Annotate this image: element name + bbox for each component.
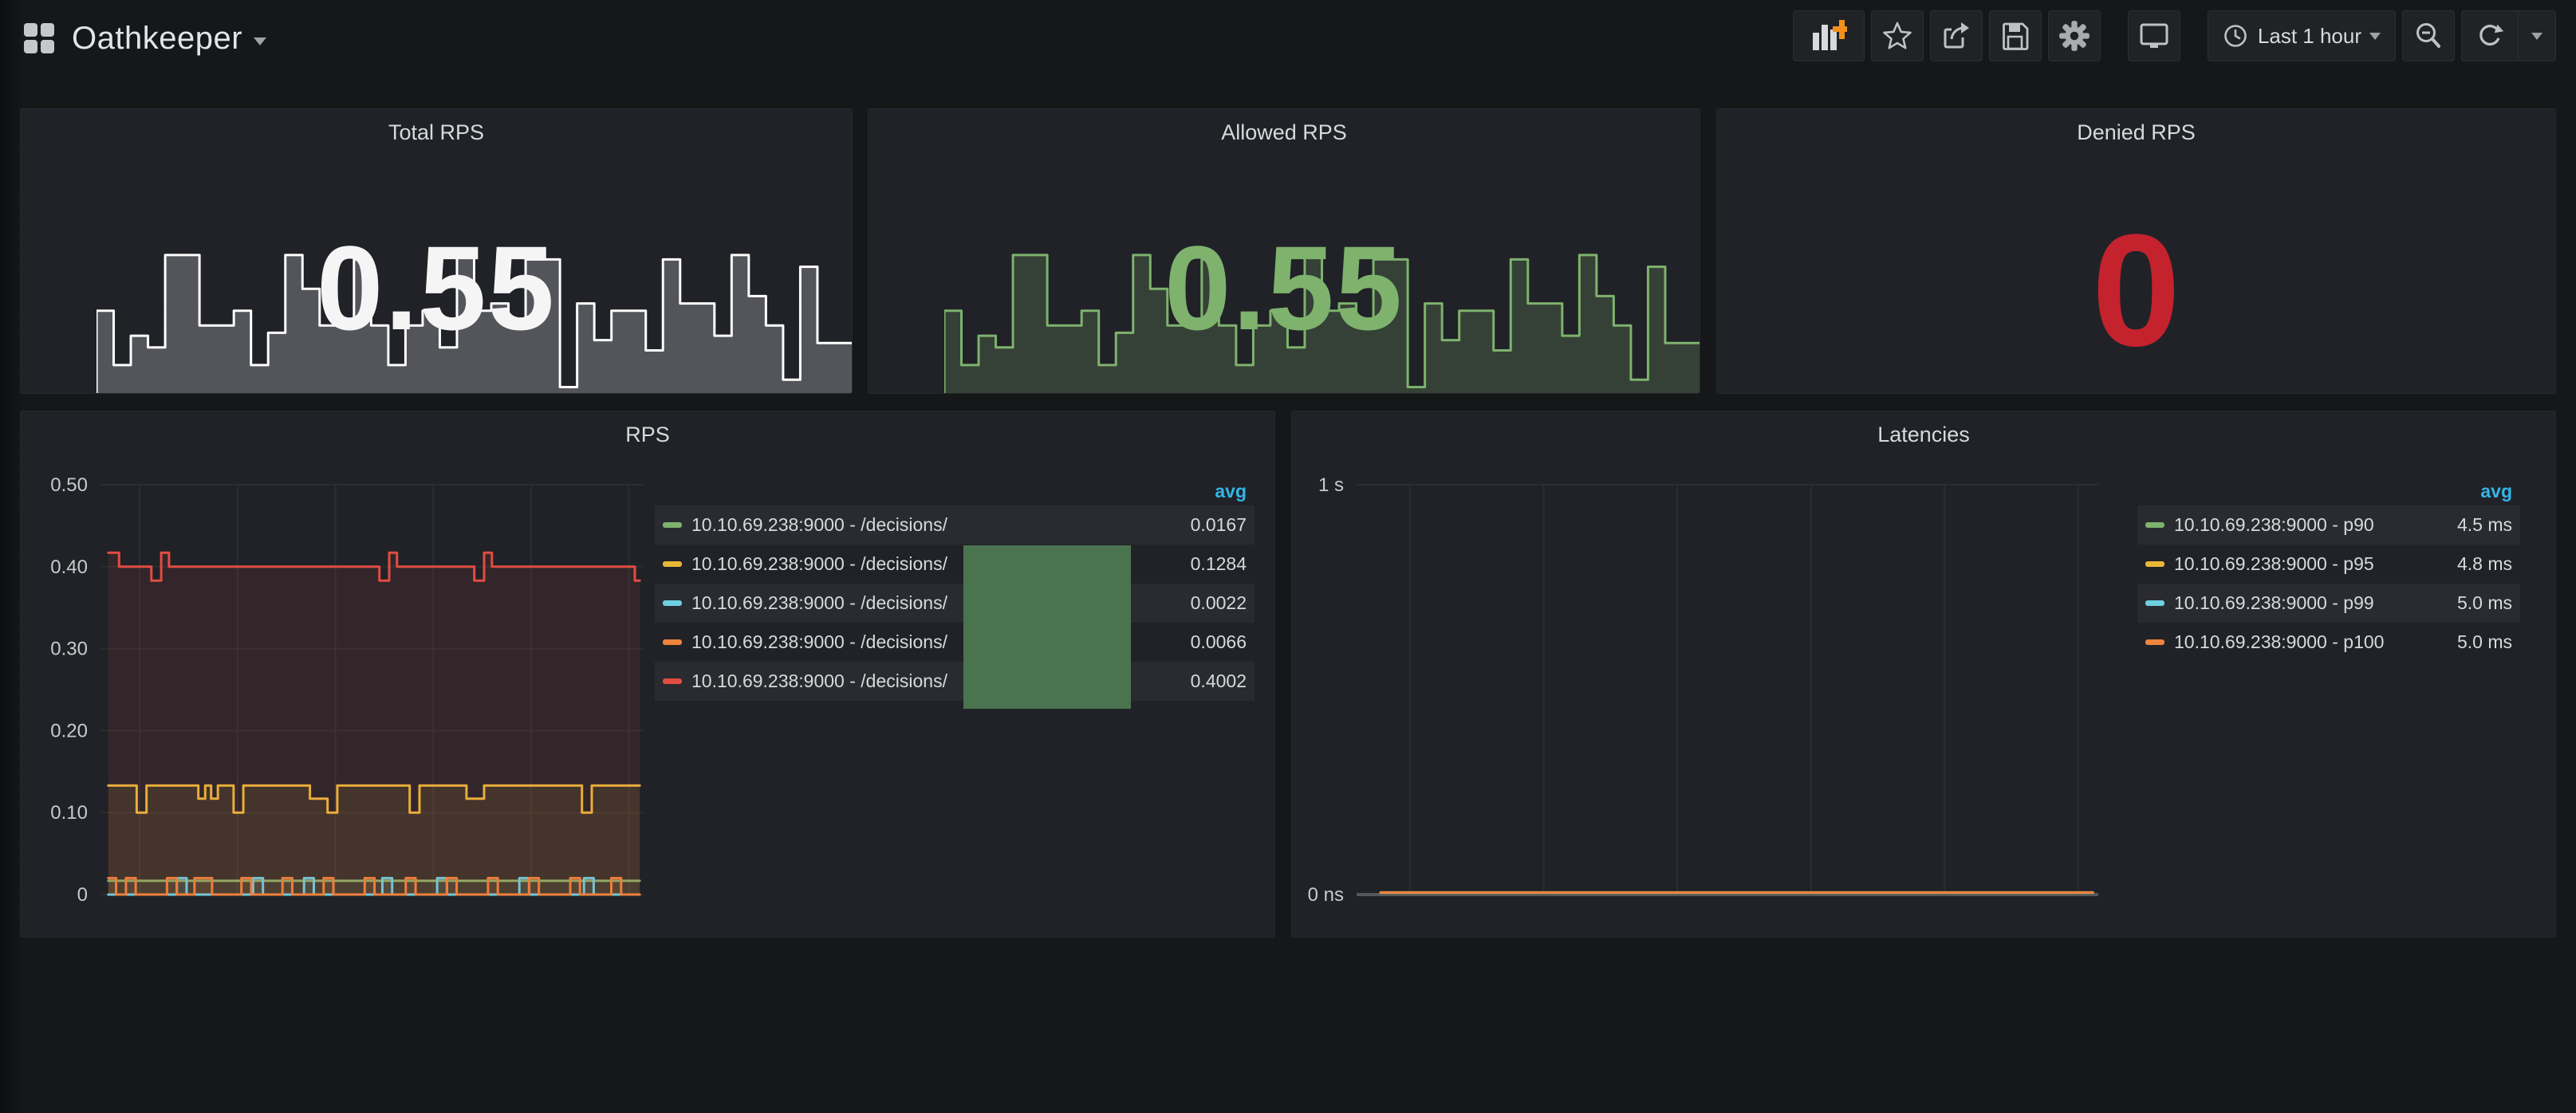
svg-text:0 ns: 0 ns <box>1308 884 1344 906</box>
panel-title[interactable]: Total RPS <box>21 120 852 145</box>
tv-icon <box>2137 20 2171 52</box>
legend-avg-column-header[interactable]: avg <box>1143 481 1247 502</box>
zoom-out-magnifier-icon <box>2413 20 2444 52</box>
series-label[interactable]: 10.10.69.238:9000 - /decisions/ <box>691 592 947 614</box>
grid-icon <box>24 23 54 53</box>
legend-series-row[interactable]: 10.10.69.238:9000 - p95 4.8 ms <box>2137 545 2520 584</box>
add-panel-icon <box>1810 18 1847 53</box>
legend-series-row[interactable]: 10.10.69.238:9000 - p100 5.0 ms <box>2137 623 2520 662</box>
svg-text:0.20: 0.20 <box>50 720 88 741</box>
add-panel-button[interactable] <box>1793 10 1865 61</box>
series-label[interactable]: 10.10.69.238:9000 - /decisions/ <box>691 553 947 575</box>
series-avg-value: 5.0 ms <box>2409 631 2512 653</box>
series-avg-value: 0.1284 <box>1143 553 1247 575</box>
toolbar: Last 1 hour <box>1786 10 2556 61</box>
svg-text:1 s: 1 s <box>1318 474 1344 496</box>
series-avg-value: 4.8 ms <box>2409 553 2512 575</box>
legend-series-row[interactable]: 10.10.69.238:9000 - p90 4.5 ms <box>2137 505 2520 545</box>
caret-down-icon <box>2369 33 2381 40</box>
svg-text:0: 0 <box>77 884 88 906</box>
series-color-swatch[interactable] <box>2145 600 2164 606</box>
series-label[interactable]: 10.10.69.238:9000 - /decisions/ <box>691 671 947 692</box>
series-label[interactable]: 10.10.69.238:9000 - p90 <box>2174 514 2374 536</box>
refresh-button[interactable] <box>2462 11 2518 61</box>
settings-button[interactable] <box>2048 10 2101 61</box>
series-color-swatch[interactable] <box>663 561 682 567</box>
series-avg-value: 0.4002 <box>1143 671 1247 692</box>
series-color-swatch[interactable] <box>2145 561 2164 567</box>
latencies-chart[interactable]: 0 ns 1 s <box>1292 411 2129 938</box>
series-avg-value: 0.0022 <box>1143 592 1247 614</box>
series-avg-value: 5.0 ms <box>2409 592 2512 614</box>
series-avg-value: 0.0066 <box>1143 631 1247 653</box>
star-icon <box>1881 20 1913 52</box>
navbar: Oathkeeper <box>0 0 2576 77</box>
caret-down-icon <box>2531 33 2543 40</box>
series-label[interactable]: 10.10.69.238:9000 - /decisions/ <box>691 514 947 536</box>
cycle-view-button[interactable] <box>2128 10 2180 61</box>
save-icon <box>1999 20 2031 52</box>
svg-text:0.50: 0.50 <box>50 474 88 496</box>
time-picker-button[interactable]: Last 1 hour <box>2208 10 2396 61</box>
legend-series-row[interactable]: 10.10.69.238:9000 - /decisions/0.0066 <box>655 623 1255 662</box>
clock-icon <box>2223 23 2248 49</box>
allowed-rps-value: 0.55 <box>869 228 1700 348</box>
refresh-icon <box>2475 21 2505 51</box>
series-label[interactable]: 10.10.69.238:9000 - p95 <box>2174 553 2374 575</box>
panel-title[interactable]: Latencies <box>1292 423 2555 447</box>
star-button[interactable] <box>1871 10 1924 61</box>
svg-text:0.30: 0.30 <box>50 639 88 660</box>
panel-total-rps: Total RPS 0.55 <box>20 108 853 394</box>
series-color-swatch[interactable] <box>663 522 682 528</box>
legend-series-row[interactable]: 10.10.69.238:9000 - /decisions/0.0167 <box>655 505 1255 545</box>
latencies-legend: avg10.10.69.238:9000 - p904.5 ms10.10.69… <box>2137 477 2520 662</box>
series-color-swatch[interactable] <box>2145 639 2164 645</box>
caret-down-icon <box>254 37 266 45</box>
series-label[interactable]: 10.10.69.238:9000 - p99 <box>2174 592 2374 614</box>
zoom-out-button[interactable] <box>2402 10 2455 61</box>
gear-icon <box>2058 19 2091 53</box>
denied-rps-value: 0 <box>1717 211 2555 371</box>
panel-title[interactable]: Denied RPS <box>1717 120 2555 145</box>
refresh-interval-button[interactable] <box>2519 11 2555 61</box>
series-color-swatch[interactable] <box>663 639 682 645</box>
legend-series-row[interactable]: 10.10.69.238:9000 - /decisions/0.0022 <box>655 584 1255 623</box>
legend-header: avg <box>2137 477 2520 505</box>
legend-series-row[interactable]: 10.10.69.238:9000 - /decisions/0.4002 <box>655 662 1255 701</box>
panel-latencies-chart: Latencies 0 ns 1 s avg 10.10.69.238:9000 -… <box>1291 411 2556 938</box>
panel-allowed-rps: Allowed RPS 0.55 <box>868 108 1700 394</box>
series-color-swatch[interactable] <box>663 678 682 684</box>
panel-title[interactable]: RPS <box>21 423 1274 447</box>
panel-denied-rps: Denied RPS 0 <box>1716 108 2556 394</box>
legend-header: avg <box>655 477 1255 505</box>
legend-avg-column-header[interactable]: avg <box>2409 481 2512 502</box>
series-color-swatch[interactable] <box>663 600 682 606</box>
svg-text:0.10: 0.10 <box>50 802 88 824</box>
dashboard-title[interactable]: Oathkeeper <box>72 21 242 57</box>
series-avg-value: 4.5 ms <box>2409 514 2512 536</box>
share-button[interactable] <box>1930 10 1983 61</box>
rps-legend: avg 10.10.69.238:9000 - /decisions/0.0167… <box>655 477 1255 701</box>
series-label[interactable]: 10.10.69.238:9000 - /decisions/ <box>691 631 947 653</box>
legend-series-row[interactable]: 10.10.69.238:9000 - p99 5.0 ms <box>2137 584 2520 623</box>
legend-series-row[interactable]: 10.10.69.238:9000 - /decisions/0.1284 <box>655 545 1255 584</box>
share-icon <box>1940 20 1972 52</box>
time-range-label: Last 1 hour <box>2248 24 2369 49</box>
series-label[interactable]: 10.10.69.238:9000 - p100 <box>2174 631 2384 653</box>
series-color-swatch[interactable] <box>2145 522 2164 528</box>
series-avg-value: 0.0167 <box>1143 514 1247 536</box>
rps-chart[interactable]: 0 0.10 0.20 0.30 0.40 0.50 <box>21 411 659 938</box>
redaction-overlay <box>963 545 1131 709</box>
total-rps-value: 0.55 <box>21 228 852 348</box>
dashboard-picker[interactable]: Oathkeeper <box>24 21 266 57</box>
panel-title[interactable]: Allowed RPS <box>869 120 1700 145</box>
save-button[interactable] <box>1989 10 2042 61</box>
refresh-button-group <box>2461 10 2556 61</box>
svg-text:0.40: 0.40 <box>50 556 88 578</box>
